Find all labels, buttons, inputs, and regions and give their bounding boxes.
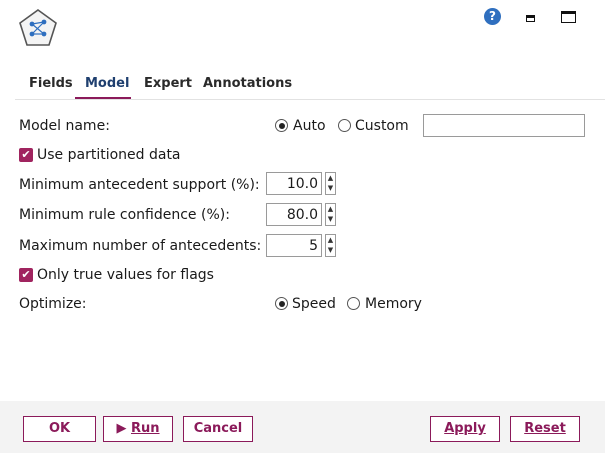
max-antecedents-label: Maximum number of antecedents: (19, 238, 262, 254)
use-partitioned-data-label[interactable]: Use partitioned data (37, 147, 181, 163)
custom-model-name-input[interactable] (423, 114, 585, 137)
use-partitioned-data-checkbox[interactable]: ✔ (19, 148, 33, 162)
apply-button-label: Apply (444, 421, 486, 436)
optimize-speed-label[interactable]: Speed (292, 296, 336, 312)
max-antecedents-input[interactable]: 5 (266, 234, 322, 257)
min-rule-confidence-label: Minimum rule confidence (%): (19, 207, 230, 223)
min-rule-confidence-input[interactable]: 80.0 (266, 203, 322, 226)
optimize-speed-radio[interactable] (275, 297, 288, 310)
model-name-custom-label[interactable]: Custom (355, 118, 409, 134)
model-name-auto-radio[interactable] (275, 119, 288, 132)
model-name-auto-label[interactable]: Auto (293, 118, 326, 134)
only-true-flags-checkbox[interactable]: ✔ (19, 268, 33, 282)
help-icon[interactable]: ? (484, 8, 501, 25)
model-name-label: Model name: (19, 118, 110, 134)
min-antecedent-support-input[interactable]: 10.0 (266, 172, 322, 195)
cancel-button[interactable]: Cancel (183, 416, 253, 442)
reset-button-label: Reset (524, 421, 566, 436)
reset-button[interactable]: Reset (510, 416, 580, 442)
maximize-icon[interactable] (561, 11, 576, 23)
tab-annotations[interactable]: Annotations (203, 76, 292, 91)
play-icon: ▶ (116, 421, 127, 436)
apriori-node-icon (18, 8, 58, 48)
min-rule-confidence-spinner[interactable]: ▲ ▼ (325, 203, 336, 226)
optimize-memory-label[interactable]: Memory (365, 296, 422, 312)
minimize-icon[interactable] (526, 15, 535, 22)
tab-fields[interactable]: Fields (29, 76, 73, 91)
model-name-custom-radio[interactable] (338, 119, 351, 132)
tab-expert[interactable]: Expert (144, 76, 192, 91)
optimize-label: Optimize: (19, 296, 87, 312)
apply-button[interactable]: Apply (430, 416, 500, 442)
active-tab-indicator (75, 97, 131, 99)
min-antecedent-support-label: Minimum antecedent support (%): (19, 177, 260, 193)
optimize-memory-radio[interactable] (347, 297, 360, 310)
tab-model[interactable]: Model (85, 76, 129, 91)
run-button-label: Run (131, 421, 160, 436)
min-antecedent-support-spinner[interactable]: ▲ ▼ (325, 172, 336, 195)
tab-divider (15, 99, 605, 100)
only-true-flags-label[interactable]: Only true values for flags (37, 267, 214, 283)
run-button[interactable]: ▶ Run (103, 416, 173, 442)
ok-button[interactable]: OK (23, 416, 96, 442)
max-antecedents-spinner[interactable]: ▲ ▼ (325, 234, 336, 257)
